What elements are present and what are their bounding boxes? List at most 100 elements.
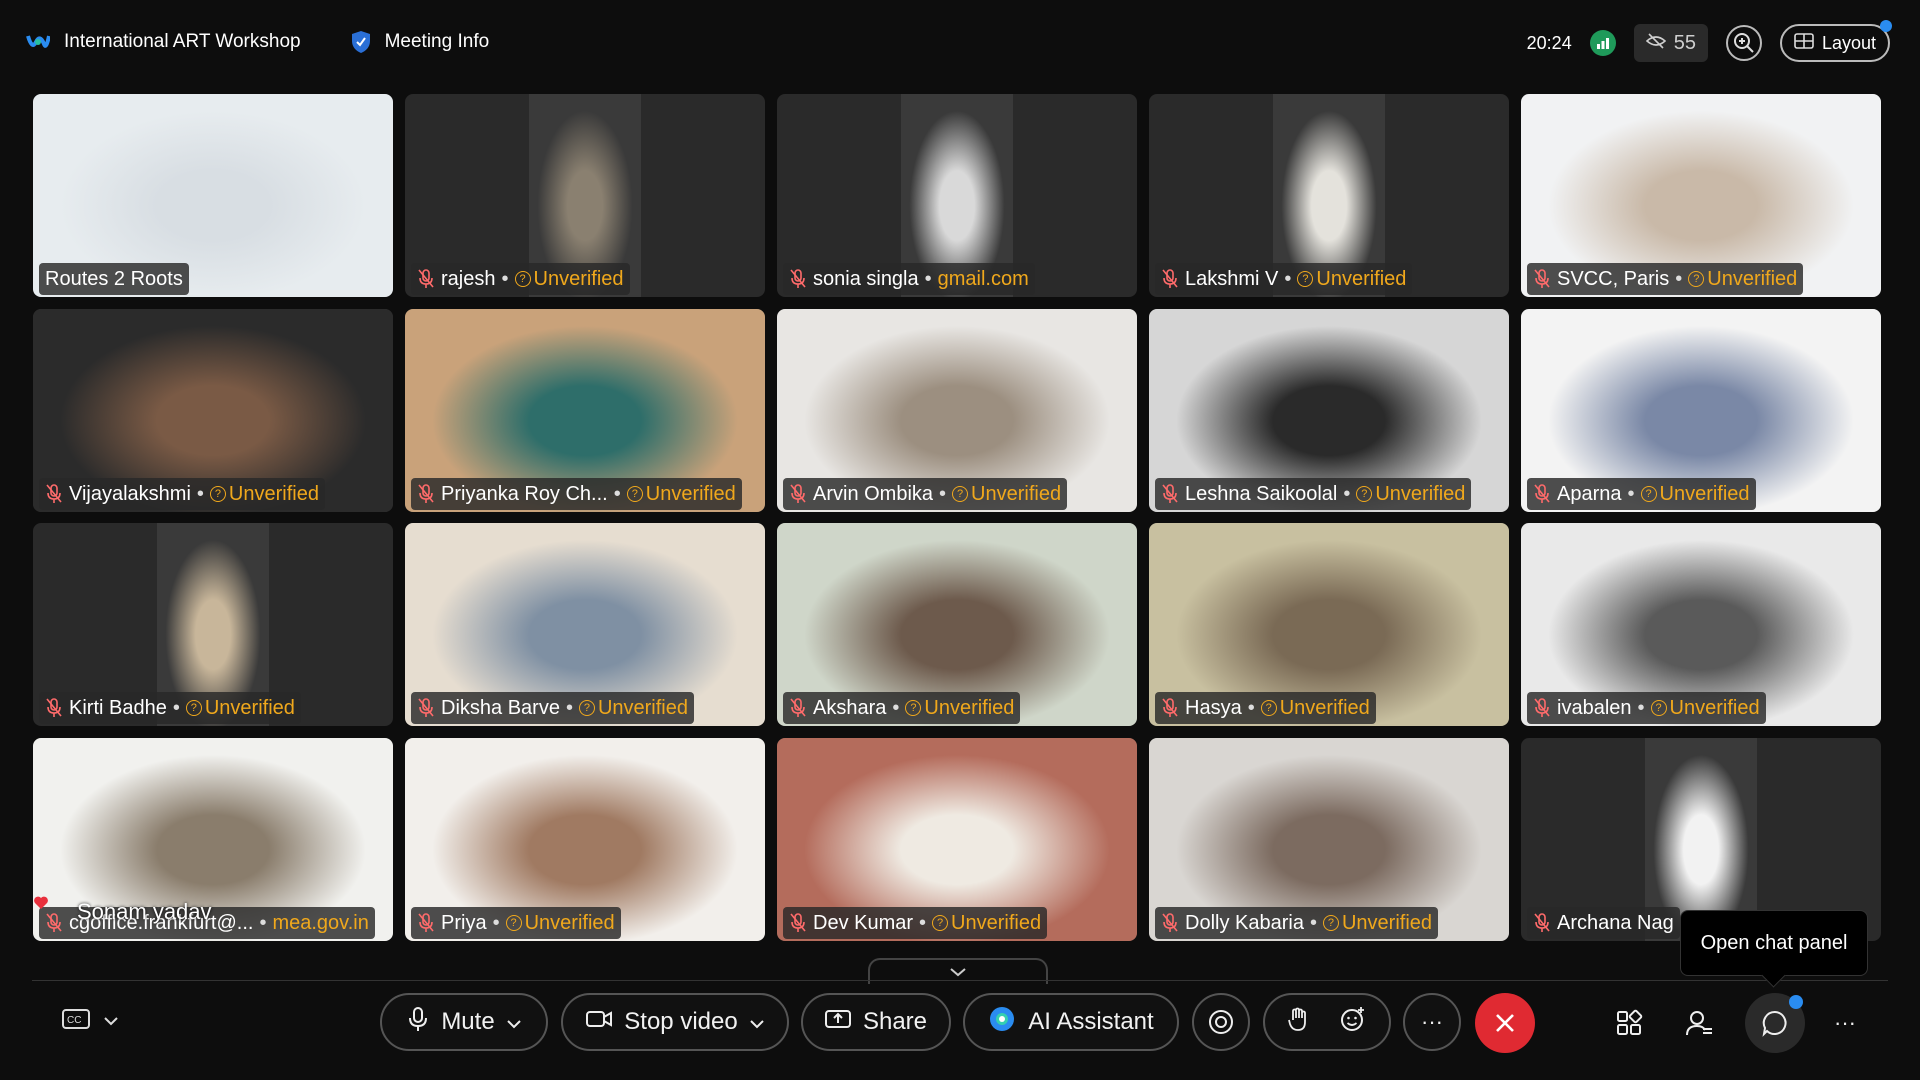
hidden-participants-button[interactable]: 55 xyxy=(1633,24,1708,62)
participant-tile[interactable]: Arvin Ombika •? Unverified xyxy=(777,309,1137,512)
muted-microphone-icon xyxy=(417,698,435,718)
participant-tile[interactable]: cgoffice.frankfurt@... • mea.gov.in Sonam y… xyxy=(33,738,393,941)
participant-tile[interactable]: SVCC, Paris •? Unverified xyxy=(1521,94,1881,297)
zoom-in-icon xyxy=(1733,33,1754,53)
apps-button[interactable] xyxy=(1606,1000,1652,1046)
layout-label: Layout xyxy=(1821,32,1876,53)
more-right-button[interactable]: ··· xyxy=(1822,1000,1868,1046)
verification-status: Unverified xyxy=(1669,696,1760,719)
unverified-badge: ? Unverified xyxy=(1688,268,1797,291)
participant-tile[interactable]: Routes 2 Roots xyxy=(33,94,393,297)
participant-tile[interactable]: Akshara •? Unverified xyxy=(777,523,1137,726)
participant-name-tag: Lakshmi V •? Unverified xyxy=(1155,263,1413,295)
muted-microphone-icon xyxy=(45,913,63,933)
separator-dot: • xyxy=(172,696,180,719)
chevron-down-icon xyxy=(749,1008,764,1036)
participant-tile[interactable]: Hasya •? Unverified xyxy=(1149,523,1509,726)
end-call-button[interactable] xyxy=(1475,993,1535,1053)
hidden-participants-count: 55 xyxy=(1673,31,1696,54)
separator-dot: • xyxy=(1675,267,1683,290)
record-button[interactable] xyxy=(1192,993,1250,1051)
chat-button[interactable] xyxy=(1745,993,1805,1053)
participant-tile[interactable]: Dev Kumar •? Unverified xyxy=(777,738,1137,941)
participant-name-tag: Archana Nag xyxy=(1527,907,1680,939)
participant-tile[interactable]: Diksha Barve •? Unverified xyxy=(405,523,765,726)
participant-tile[interactable]: Leshna Saikoolal •? Unverified xyxy=(1149,309,1509,512)
notification-dot xyxy=(1880,20,1892,32)
unverified-badge: ? Unverified xyxy=(1297,268,1406,291)
verification-status: Unverified xyxy=(1341,911,1433,934)
unverified-badge: ? Unverified xyxy=(1356,483,1465,506)
participant-name: Priya xyxy=(441,911,487,934)
network-signal-icon[interactable] xyxy=(1589,30,1616,56)
separator-dot: • xyxy=(919,911,927,934)
question-circle-icon: ? xyxy=(1650,700,1667,716)
separator-dot: • xyxy=(196,482,204,505)
participant-name: Leshna Saikoolal xyxy=(1185,482,1338,505)
muted-microphone-icon xyxy=(789,269,807,289)
unverified-badge: ? Unverified xyxy=(514,268,624,291)
participant-tile[interactable]: rajesh •? Unverified xyxy=(405,94,765,297)
separator-dot: • xyxy=(924,267,932,290)
participants-button[interactable] xyxy=(1676,1000,1722,1046)
participant-tile[interactable]: Dolly Kabaria •? Unverified xyxy=(1149,738,1509,941)
participant-name: Vijayalakshmi xyxy=(69,482,191,505)
participant-name-tag: Priyanka Roy Ch... •? Unverified xyxy=(411,478,742,510)
ai-assistant-button[interactable]: AI Assistant xyxy=(963,993,1179,1051)
divider xyxy=(32,980,1888,981)
question-circle-icon: ? xyxy=(1356,486,1373,502)
verification-status: Unverified xyxy=(1316,267,1407,290)
share-screen-icon xyxy=(824,1008,851,1036)
layout-button[interactable]: Layout xyxy=(1779,20,1892,62)
participant-name-tag: Kirti Badhe •? Unverified xyxy=(39,692,301,724)
unverified-badge: ? Unverified xyxy=(932,912,1041,935)
muted-microphone-icon xyxy=(1533,698,1551,718)
separator-dot: • xyxy=(939,482,947,505)
share-button[interactable]: Share xyxy=(801,993,951,1051)
meeting-info-link[interactable]: Meeting Info xyxy=(385,31,490,53)
email-domain: gmail.com xyxy=(937,267,1029,290)
question-circle-icon: ? xyxy=(578,700,595,716)
participant-name: Kirti Badhe xyxy=(69,696,167,719)
participant-tile[interactable]: Kirti Badhe •? Unverified xyxy=(33,523,393,726)
participant-name-tag: Dev Kumar •? Unverified xyxy=(783,907,1048,939)
participant-tile[interactable]: Priya •? Unverified xyxy=(405,738,765,941)
unverified-badge: ? Unverified xyxy=(185,697,295,720)
verification-status: Unverified xyxy=(971,482,1062,505)
participant-tile[interactable]: Vijayalakshmi •? Unverified xyxy=(33,309,393,512)
eye-off-icon xyxy=(1645,32,1666,55)
more-options-button[interactable]: ··· xyxy=(1403,993,1461,1051)
unverified-badge: ? Unverified xyxy=(1260,697,1370,720)
separator-dot: • xyxy=(1309,911,1317,934)
muted-microphone-icon xyxy=(1161,484,1179,504)
zoom-in-button[interactable] xyxy=(1725,25,1762,61)
participant-tile[interactable]: Priyanka Roy Ch... •? Unverified xyxy=(405,309,765,512)
shield-icon[interactable] xyxy=(351,30,371,54)
stop-video-button[interactable]: Stop video xyxy=(561,993,789,1051)
participant-tile[interactable]: ivabalen •? Unverified xyxy=(1521,523,1881,726)
participant-name-tag: Diksha Barve •? Unverified xyxy=(411,692,694,724)
muted-microphone-icon xyxy=(45,698,63,718)
participant-name: Dev Kumar xyxy=(813,911,914,934)
top-bar: International ART Workshop Meeting Info … xyxy=(0,0,1920,90)
question-circle-icon: ? xyxy=(905,700,922,716)
separator-dot: • xyxy=(1343,482,1351,505)
muted-microphone-icon xyxy=(1533,269,1551,289)
unverified-badge: ? Unverified xyxy=(578,697,688,720)
mute-button[interactable]: Mute xyxy=(380,993,548,1051)
participant-tile[interactable]: Lakshmi V •? Unverified xyxy=(1149,94,1509,297)
participant-name: rajesh xyxy=(441,267,496,290)
stop-video-label: Stop video xyxy=(624,1008,738,1035)
participant-name: Diksha Barve xyxy=(441,696,560,719)
participant-name: Lakshmi V xyxy=(1185,267,1279,290)
share-label: Share xyxy=(862,1008,928,1035)
participant-name: Arvin Ombika xyxy=(813,482,934,505)
reactions-group xyxy=(1263,993,1391,1051)
participant-name-tag: ivabalen •? Unverified xyxy=(1527,692,1766,724)
raise-hand-icon[interactable] xyxy=(1287,1006,1309,1039)
closed-captions-button[interactable]: CC xyxy=(62,1008,118,1035)
participant-tile[interactable]: Aparna •? Unverified xyxy=(1521,309,1881,512)
emoji-reaction-icon[interactable] xyxy=(1339,1005,1367,1040)
meeting-clock: 20:24 xyxy=(1526,32,1572,53)
participant-tile[interactable]: sonia singla • gmail.com xyxy=(777,94,1137,297)
